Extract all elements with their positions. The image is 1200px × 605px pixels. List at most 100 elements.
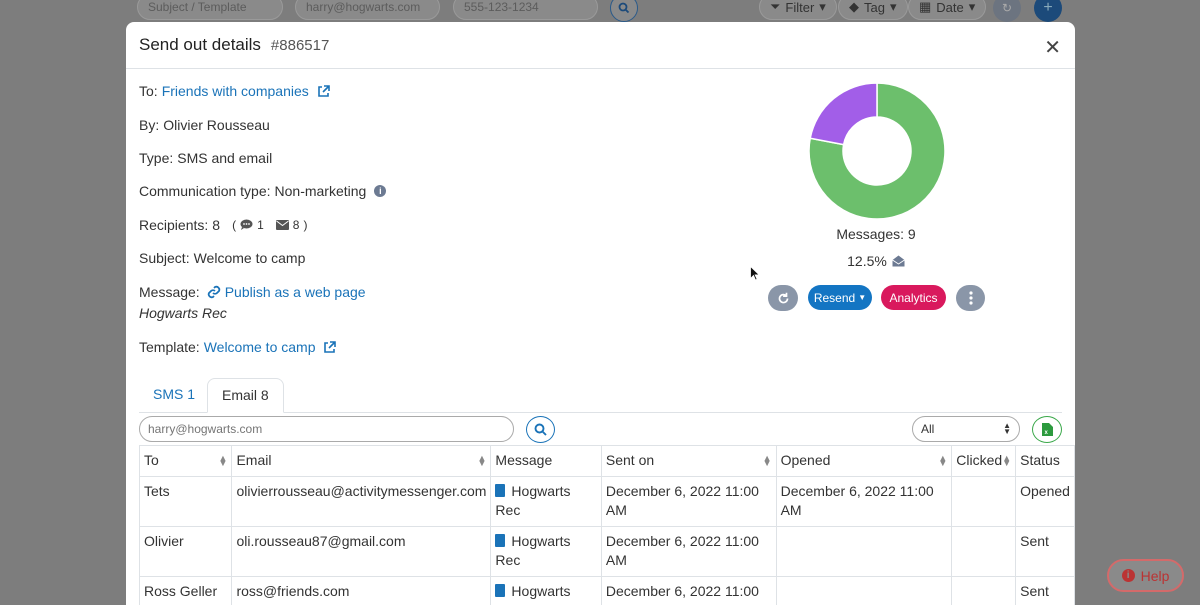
- tag-label: Tag: [864, 0, 885, 15]
- date-label: Date: [936, 0, 964, 15]
- cell-message[interactable]: Hogwarts Rec: [490, 525, 602, 577]
- column-header-sent-on[interactable]: Sent on ▲ ▼: [600, 445, 777, 477]
- document-icon: [495, 483, 506, 497]
- more-vertical-icon: [968, 291, 973, 305]
- subject-value: Welcome to camp: [193, 250, 306, 266]
- cell-email: ross@friends.com: [231, 575, 492, 605]
- help-icon: i: [1121, 569, 1135, 582]
- open-rate: 12.5%: [766, 253, 986, 269]
- recipients-sms-count: 1: [257, 218, 264, 232]
- send-out-id: #886517: [270, 36, 330, 54]
- column-header-email[interactable]: Email ▲ ▼: [231, 445, 492, 477]
- cell-message[interactable]: Hogwarts Rec: [490, 575, 602, 605]
- recipients-row: Recipients: 8 ( 1 8 ): [139, 217, 307, 233]
- to-link[interactable]: Friends with companies: [162, 83, 309, 99]
- messages-count: Messages: 9: [836, 226, 916, 242]
- modal-title: Send out details: [139, 35, 261, 54]
- by-label: By:: [139, 117, 160, 133]
- cell-status: Opened: [1015, 475, 1075, 527]
- tab-sms[interactable]: SMS 1: [139, 378, 209, 413]
- type-value: SMS and email: [177, 150, 273, 166]
- recipient-search-input[interactable]: [139, 416, 514, 442]
- refresh-button[interactable]: [768, 285, 798, 311]
- table-row: Ross Geller ross@friends.com Hogwarts Re…: [138, 575, 1075, 605]
- publish-web-page-link[interactable]: Publish as a web page: [225, 284, 366, 300]
- subject-label: Subject:: [139, 250, 190, 266]
- filter-icon: ⏷: [770, 0, 781, 14]
- search-button[interactable]: [526, 416, 555, 443]
- message-label: Message:: [139, 284, 200, 300]
- info-icon[interactable]: i: [374, 185, 387, 197]
- header-label: Sent on: [605, 452, 655, 468]
- column-header-status: Status: [1015, 445, 1075, 477]
- export-excel-button[interactable]: x: [1032, 416, 1062, 443]
- template-row: Template: Welcome to camp: [139, 339, 337, 355]
- header-label: Status: [1020, 452, 1060, 468]
- analytics-button[interactable]: Analytics: [881, 285, 946, 310]
- filter-label: Filter: [785, 0, 815, 15]
- excel-file-icon: x: [1041, 423, 1053, 436]
- cell-sent-on: December 6, 2022 11:00 AM: [600, 475, 777, 527]
- caret-icon: ▾: [968, 0, 976, 14]
- to-row: To: Friends with companies: [139, 83, 330, 99]
- subject-template-input: Subject / Template: [137, 0, 283, 20]
- column-header-to[interactable]: To ▲ ▼: [138, 445, 233, 477]
- send-out-details-modal: Send out details #886517 ✕ To: Friends w…: [126, 22, 1075, 605]
- sort-icon: ▲ ▼: [938, 452, 948, 468]
- header-label: Clicked: [956, 452, 1003, 468]
- sort-icon: ▲ ▼: [1002, 452, 1012, 468]
- link-icon[interactable]: [207, 285, 221, 299]
- caret-icon: ▾: [889, 0, 897, 14]
- resend-label: Resend: [813, 290, 856, 305]
- recipients-breakdown-close: ): [303, 218, 308, 232]
- calendar-icon: ▦: [919, 0, 932, 14]
- refresh-icon: ↻: [993, 0, 1021, 22]
- search-icon: [610, 0, 638, 22]
- help-button[interactable]: i Help: [1107, 559, 1184, 592]
- external-link-icon[interactable]: [323, 340, 337, 354]
- cell-to: Tets: [138, 475, 233, 527]
- subject-row: Subject: Welcome to camp: [139, 250, 305, 266]
- external-link-icon[interactable]: [317, 84, 330, 98]
- cell-message[interactable]: Hogwarts Rec: [490, 475, 602, 527]
- cell-clicked: [951, 475, 1017, 527]
- column-header-clicked[interactable]: Clicked ▲ ▼: [951, 445, 1017, 477]
- envelope-open-icon: [892, 255, 905, 267]
- communication-type-label: Communication type:: [139, 183, 271, 199]
- communication-type-row: Communication type: Non-marketing i: [139, 183, 387, 199]
- search-icon: [534, 423, 547, 436]
- message-name: Hogwarts Rec: [495, 482, 571, 519]
- template-link[interactable]: Welcome to camp: [204, 339, 316, 355]
- cell-opened: December 6, 2022 11:00 AM: [775, 475, 953, 527]
- more-options-button[interactable]: [956, 285, 985, 311]
- tag-button: ◆ Tag ▾: [838, 0, 908, 20]
- column-header-opened[interactable]: Opened ▲ ▼: [775, 445, 953, 477]
- donut-slice[interactable]: [809, 82, 878, 146]
- cell-opened: [775, 575, 953, 605]
- tag-icon: ◆: [849, 0, 859, 14]
- sort-icon: ▲ ▼: [762, 452, 772, 468]
- message-row: Message: Publish as a web page: [139, 284, 366, 300]
- email-filter-input: harry@hogwarts.com: [295, 0, 440, 20]
- status-filter-value: All: [921, 422, 935, 436]
- recipients-label: Recipients:: [139, 217, 209, 233]
- recipients-table: To ▲ ▼ Email ▲ ▼ Message Sent on ▲ ▼ Opened ▲ ▼ …: [138, 445, 1075, 605]
- header-label: To: [144, 452, 159, 468]
- select-arrows-icon: ▲ ▼: [1003, 421, 1011, 436]
- type-row: Type: SMS and email: [139, 150, 272, 166]
- sort-icon: ▲ ▼: [218, 452, 228, 468]
- close-button[interactable]: ✕: [1044, 35, 1061, 60]
- cell-status: Sent: [1015, 575, 1075, 605]
- resend-button[interactable]: Resend ▼: [808, 285, 872, 310]
- header-label: Opened: [780, 452, 831, 468]
- date-button: ▦ Date ▾: [908, 0, 987, 20]
- cell-to: Olivier: [138, 525, 233, 577]
- to-label: To:: [139, 83, 158, 99]
- document-icon: [495, 583, 506, 597]
- status-filter-select[interactable]: All ▲ ▼: [912, 416, 1020, 442]
- tab-email[interactable]: Email 8: [207, 378, 284, 413]
- filter-button: ⏷ Filter ▾: [759, 0, 837, 20]
- message-name: Hogwarts Rec: [495, 532, 571, 569]
- template-label: Template:: [139, 339, 200, 355]
- table-row: Olivier oli.rousseau87@gmail.com Hogwart…: [138, 525, 1075, 577]
